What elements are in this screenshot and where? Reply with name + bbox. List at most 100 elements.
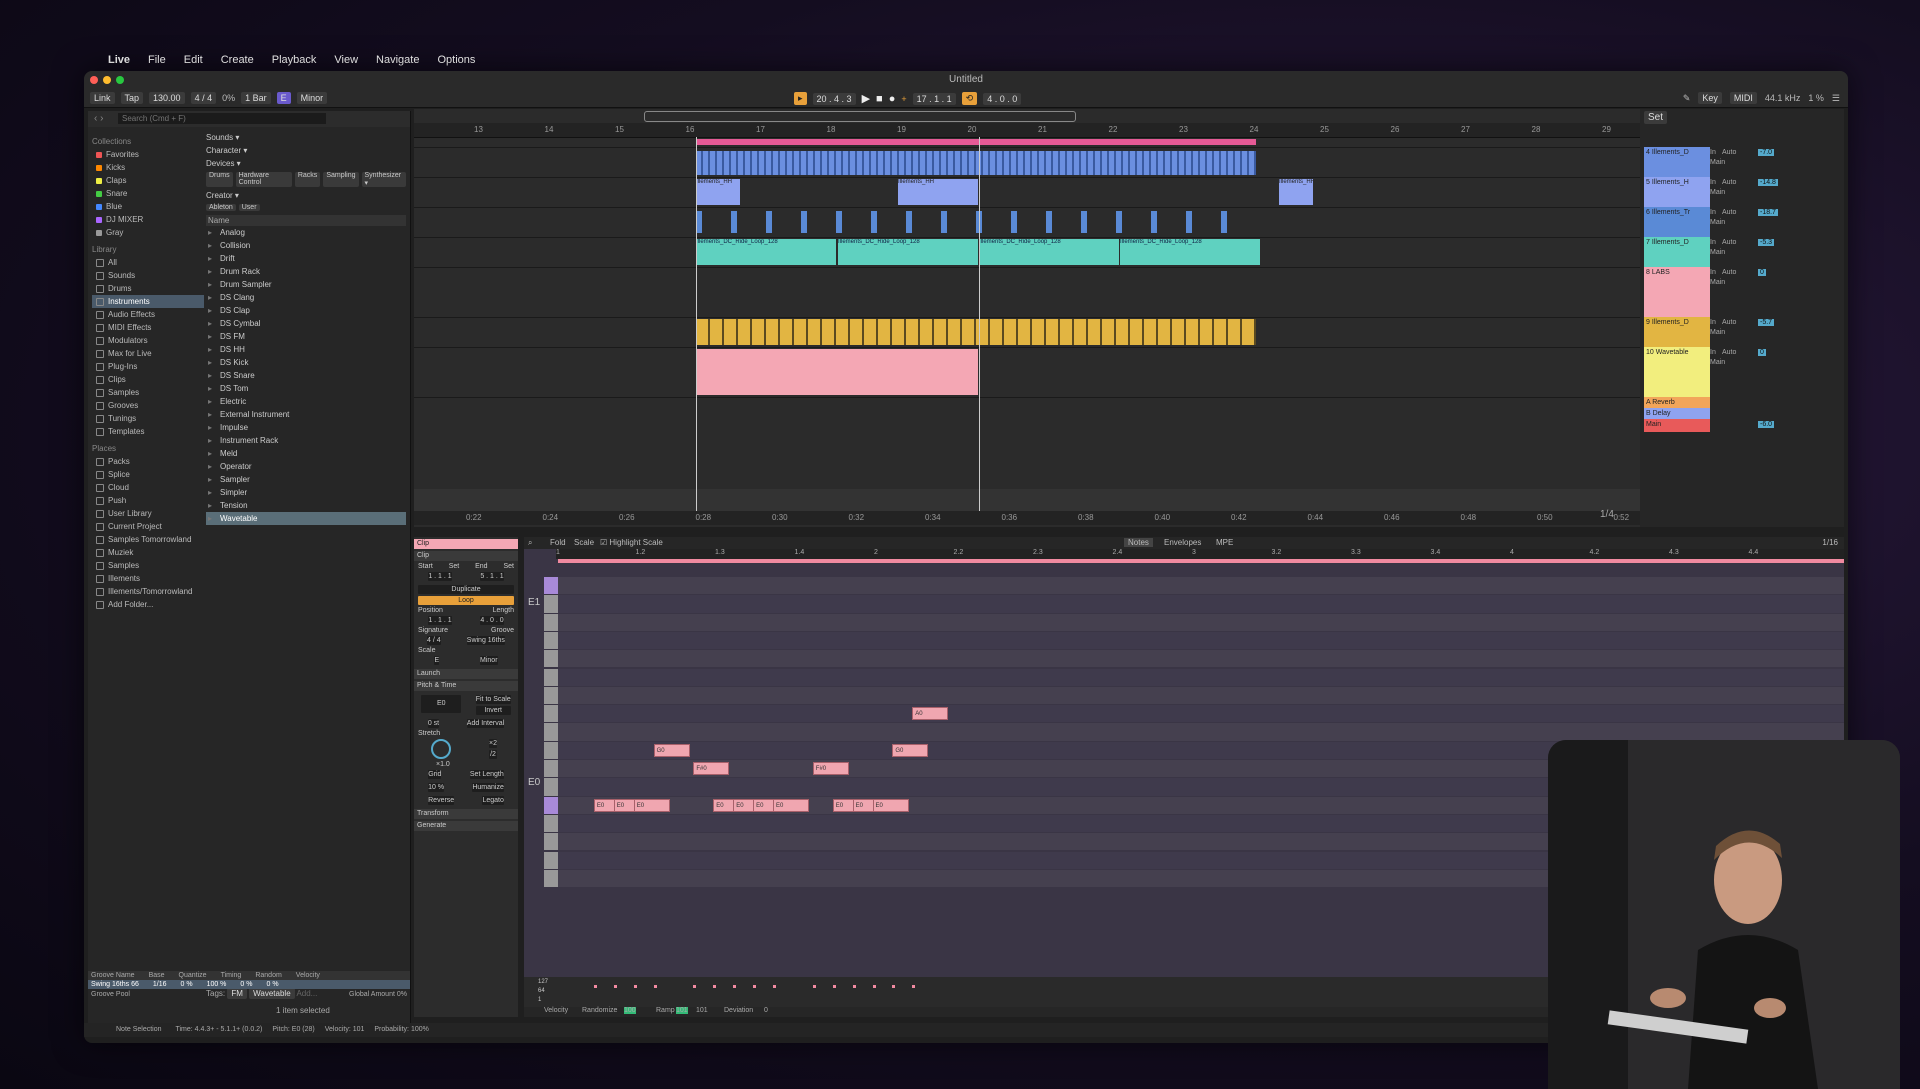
browser-item[interactable]: DS Tom	[206, 382, 406, 395]
place-cloud[interactable]: Cloud	[92, 481, 204, 494]
start-field[interactable]: 1 . 1 . 1	[428, 572, 452, 581]
device-tag[interactable]: Racks	[294, 172, 321, 187]
menu-file[interactable]: File	[148, 54, 166, 66]
transform-section[interactable]: Transform	[414, 809, 518, 819]
monitor-in[interactable]: In	[1710, 149, 1716, 156]
midi-note[interactable]: A0	[912, 707, 949, 721]
library-plug-ins[interactable]: Plug-Ins	[92, 360, 204, 373]
midi-note[interactable]: G0	[892, 743, 929, 757]
randomize-amount[interactable]: 100	[624, 1007, 636, 1014]
piano-key[interactable]	[544, 686, 558, 705]
browser-item[interactable]: Drift	[206, 252, 406, 265]
monitor-in[interactable]: In	[1710, 239, 1716, 246]
launch-section[interactable]: Launch	[414, 669, 518, 679]
arrangement-clip-hh[interactable]: Illements_HH	[898, 179, 978, 205]
library-templates[interactable]: Templates	[92, 425, 204, 438]
track-name[interactable]: 5 Illements_H	[1644, 177, 1710, 207]
arrangement-clip[interactable]	[696, 139, 1256, 145]
browser-item[interactable]: Wavetable	[206, 512, 406, 525]
arrangement-clip[interactable]	[1221, 211, 1227, 233]
beat-ruler[interactable]: 1 1.2 1.3 1.4 2 2.2 2.3 2.4 3 3.2 3.3 3.4 4 4.2 4.3 4.4	[556, 549, 1844, 559]
midi-map-button[interactable]: MIDI	[1729, 92, 1757, 104]
end-set-button[interactable]: Set	[503, 563, 514, 570]
arrangement-clip-ride[interactable]: Illements_DC_Ride_Loop_128	[696, 239, 836, 265]
piano-key[interactable]	[544, 760, 558, 778]
midi-note[interactable]: E0	[773, 798, 809, 812]
arrangement-clip[interactable]	[1116, 211, 1122, 233]
arrangement-clip[interactable]	[871, 211, 877, 233]
place-splice[interactable]: Splice	[92, 468, 204, 481]
velocity-marker[interactable]	[713, 985, 717, 988]
arrangement-clip-hh[interactable]: Illements_HH	[696, 179, 740, 205]
loop-button[interactable]: Loop	[418, 596, 514, 605]
note-row[interactable]	[556, 705, 1844, 723]
velocity-marker[interactable]	[593, 985, 597, 988]
scale-mode-field[interactable]: Minor	[296, 92, 328, 104]
deviation-value[interactable]: 0	[764, 1007, 768, 1014]
add-interval-button[interactable]: Add Interval	[466, 719, 505, 728]
output-routing[interactable]: Main	[1710, 159, 1725, 166]
ramp-start[interactable]: 101	[676, 1007, 688, 1014]
clip-header[interactable]: Clip	[414, 539, 518, 549]
place-push[interactable]: Push	[92, 494, 204, 507]
piano-key[interactable]	[544, 650, 558, 668]
browser-item[interactable]: DS Clap	[206, 304, 406, 317]
velocity-marker[interactable]	[773, 985, 776, 988]
library-clips[interactable]: Clips	[92, 373, 204, 386]
velocity-marker[interactable]	[653, 985, 657, 988]
tap-button[interactable]: Tap	[120, 92, 144, 104]
collection-favorites[interactable]: Favorites	[92, 148, 204, 161]
track-volume[interactable]: -18.7	[1758, 209, 1778, 216]
grid-size[interactable]: 1/16	[1822, 538, 1838, 547]
legato-button[interactable]: Legato	[482, 796, 504, 805]
piano-key[interactable]	[544, 613, 558, 631]
monitor-in[interactable]: In	[1710, 349, 1716, 356]
device-tag[interactable]: Sampling	[323, 172, 359, 187]
velocity-marker[interactable]	[852, 985, 856, 988]
arrangement-grid[interactable]: 1/4	[1600, 509, 1614, 520]
browser-item[interactable]: External Instrument	[206, 408, 406, 421]
collection-gray[interactable]: Gray	[92, 226, 204, 239]
note-row[interactable]	[556, 668, 1844, 686]
velocity-marker[interactable]	[693, 985, 697, 988]
mixer-track[interactable]: 8 LABS 0 In Auto Main	[1640, 267, 1840, 317]
velocity-marker[interactable]	[812, 985, 816, 988]
mixer-track[interactable]: Main -6.0	[1640, 419, 1840, 432]
browser-item[interactable]: Tension	[206, 499, 406, 512]
position-field[interactable]: 1 . 1 . 1	[428, 616, 452, 625]
velocity-marker[interactable]	[733, 985, 737, 988]
arrangement-clip[interactable]	[836, 211, 842, 233]
piano-key[interactable]	[544, 723, 558, 741]
mixer-track[interactable]: 4 Illements_D -7.0 In Auto Main	[1640, 147, 1840, 177]
collection-claps[interactable]: Claps	[92, 174, 204, 187]
signature-field[interactable]: 4 / 4	[427, 636, 441, 645]
track-name[interactable]: 8 LABS	[1644, 267, 1710, 317]
piano-key[interactable]	[544, 814, 558, 833]
browser-item[interactable]: Instrument Rack	[206, 434, 406, 447]
menu-playback[interactable]: Playback	[272, 54, 317, 66]
library-modulators[interactable]: Modulators	[92, 334, 204, 347]
arrangement-clip[interactable]	[801, 211, 807, 233]
monitor-auto[interactable]: Auto	[1722, 319, 1736, 326]
track-name[interactable]: 7 Illements_D	[1644, 237, 1710, 267]
piano-key[interactable]	[544, 668, 558, 686]
minimize-window-button[interactable]	[103, 76, 111, 84]
velocity-marker[interactable]	[892, 985, 896, 988]
arrangement-clip-wavetable[interactable]	[696, 349, 978, 395]
tab-mpe[interactable]: MPE	[1216, 538, 1233, 547]
place-illements[interactable]: Illements	[92, 572, 204, 585]
note-row[interactable]	[556, 686, 1844, 705]
arrangement-clip[interactable]	[1081, 211, 1087, 233]
midi-note[interactable]: E0	[872, 798, 909, 812]
loop-start-field[interactable]: 17 . 1 . 1	[912, 92, 956, 105]
arrangement-clip[interactable]	[906, 211, 912, 233]
groove-field[interactable]: Swing 16ths	[466, 636, 505, 645]
invert-button[interactable]: Invert	[475, 706, 511, 715]
arrangement-track[interactable]	[414, 347, 1640, 398]
groove-cell[interactable]: Swing 16ths 66	[91, 981, 139, 988]
scale-mode-select[interactable]: Minor	[480, 656, 498, 665]
monitor-in[interactable]: In	[1710, 209, 1716, 216]
loop-length-field[interactable]: 4 . 0 . 0	[983, 92, 1022, 105]
collection-dj-mixer[interactable]: DJ MIXER	[92, 213, 204, 226]
track-volume[interactable]: -14.8	[1758, 179, 1778, 186]
